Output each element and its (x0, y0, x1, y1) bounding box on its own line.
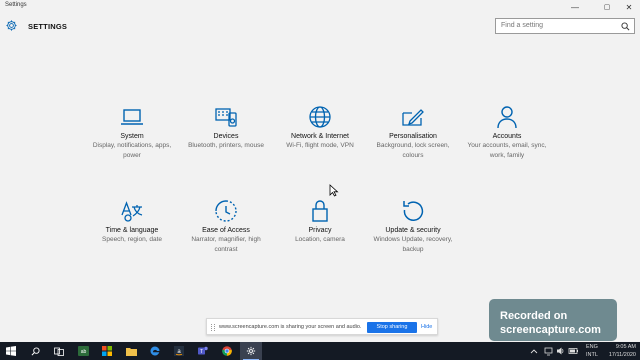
tile-personalisation[interactable]: Personalisation Background, lock screen,… (365, 104, 461, 160)
minimize-button[interactable]: — (562, 0, 588, 14)
tile-description: Location, camera (295, 236, 345, 243)
edge-icon (150, 346, 160, 356)
svg-text:T: T (199, 349, 202, 355)
task-view-button[interactable] (48, 342, 70, 360)
tile-name: Update & security (385, 227, 441, 234)
tile-name: System (120, 133, 144, 140)
tile-network[interactable]: Network & Internet Wi-Fi, flight mode, V… (272, 104, 368, 151)
taskbar-amazon[interactable]: a (168, 342, 190, 360)
clock-time: 9:05 AM (615, 344, 636, 350)
tile-ease-of-access[interactable]: Ease of Access Narrator, magnifier, high… (178, 198, 274, 254)
tile-devices[interactable]: Devices Bluetooth, printers, mouse (178, 104, 274, 151)
battery-icon (568, 348, 578, 354)
gear-icon (6, 20, 17, 31)
drag-handle-icon[interactable] (211, 324, 215, 331)
settings-icon (246, 346, 256, 356)
tray-language[interactable]: ENG INTL (586, 343, 602, 360)
tile-system[interactable]: System Display, notifications, apps, pow… (84, 104, 180, 160)
taskbar-store[interactable] (96, 342, 118, 360)
taskbar-settings[interactable] (240, 342, 262, 360)
tile-description: Background, lock screen, colours (376, 142, 450, 159)
language-code: ENG (586, 344, 598, 350)
tile-privacy[interactable]: Privacy Location, camera (272, 198, 368, 245)
tile-time-language[interactable]: Time & language Speech, region, date (84, 198, 180, 245)
hide-link[interactable]: Hide (421, 324, 432, 330)
time-language-icon (121, 201, 143, 222)
tile-name: Privacy (308, 227, 332, 234)
tray-clock[interactable]: 9:05 AM 17/11/2020 (604, 343, 636, 360)
tray-chevron[interactable] (530, 342, 540, 360)
screen-share-bar: www.screencapture.com is sharing your sc… (206, 318, 438, 335)
app-icon: ab (77, 346, 89, 356)
taskbar-search-button[interactable] (24, 342, 46, 360)
chevron-up-icon (530, 349, 538, 354)
laptop-icon (121, 109, 143, 125)
tile-description: Speech, region, date (102, 236, 162, 243)
start-button[interactable] (0, 342, 22, 360)
recording-watermark: Recorded on screencapture.com (489, 299, 617, 341)
chrome-icon (222, 346, 232, 356)
stop-sharing-button[interactable]: Stop sharing (367, 322, 417, 333)
tile-name: Network & Internet (291, 133, 349, 140)
network-icon (544, 347, 553, 356)
taskbar-teams[interactable]: T (192, 342, 214, 360)
tile-name: Time & language (105, 227, 159, 234)
taskbar-edge[interactable] (144, 342, 166, 360)
taskbar-chrome[interactable] (216, 342, 238, 360)
svg-text:ab: ab (80, 349, 86, 355)
tile-description: Bluetooth, printers, mouse (188, 142, 264, 149)
minimize-icon: — (571, 2, 579, 12)
search-icon[interactable] (621, 22, 630, 31)
maximize-icon: ▢ (603, 4, 611, 11)
globe-icon (309, 106, 331, 128)
tray-network[interactable] (544, 342, 554, 360)
amazon-icon: a (174, 346, 184, 356)
tile-description: Your accounts, email, sync, work, family (467, 142, 547, 159)
keyboard-layout: INTL (586, 352, 598, 358)
close-icon: ✕ (625, 2, 633, 12)
title-bar: Settings — ▢ ✕ (0, 0, 640, 14)
file-explorer-icon (125, 347, 137, 356)
task-view-icon (54, 347, 64, 356)
ease-of-access-icon (215, 200, 237, 222)
tray-battery[interactable] (568, 342, 580, 360)
clock-date: 17/11/2020 (608, 352, 636, 358)
search-icon (31, 346, 40, 355)
paint-icon (402, 109, 424, 126)
close-button[interactable]: ✕ (616, 0, 640, 14)
watermark-line-1: Recorded on (500, 310, 568, 322)
cursor-icon (329, 184, 339, 197)
tile-name: Accounts (492, 133, 522, 140)
start-icon (6, 346, 16, 356)
search-input[interactable]: Find a setting (495, 18, 635, 34)
tile-name: Personalisation (389, 133, 437, 140)
watermark-line-2: screencapture.com (500, 324, 601, 336)
tile-name: Devices (213, 133, 239, 140)
tray-volume[interactable] (556, 342, 566, 360)
tile-description: Display, notifications, apps, power (92, 142, 172, 159)
taskbar-app[interactable]: ab (72, 342, 94, 360)
tile-accounts[interactable]: Accounts Your accounts, email, sync, wor… (459, 104, 555, 160)
tile-update-security[interactable]: Update & security Windows Update, recove… (365, 198, 461, 254)
tile-description: Wi-Fi, flight mode, VPN (286, 142, 354, 149)
page-title: SETTINGS (28, 22, 68, 31)
tile-description: Windows Update, recovery, backup (373, 236, 453, 253)
person-icon (497, 106, 517, 129)
search-placeholder: Find a setting (501, 22, 544, 29)
devices-icon (215, 108, 237, 127)
volume-icon (557, 347, 564, 355)
window-title: Settings (5, 2, 27, 8)
tile-description: Narrator, magnifier, high contrast (191, 236, 261, 253)
taskbar-file-explorer[interactable] (120, 342, 142, 360)
lock-icon (312, 200, 328, 222)
teams-icon: T (197, 346, 208, 355)
share-message: www.screencapture.com is sharing your sc… (219, 324, 362, 330)
taskbar: ab a T ENG INTL 9:05 AM 17/11/2020 (0, 342, 640, 360)
tile-name: Ease of Access (202, 227, 250, 234)
update-icon (403, 201, 424, 221)
store-icon (102, 346, 112, 356)
